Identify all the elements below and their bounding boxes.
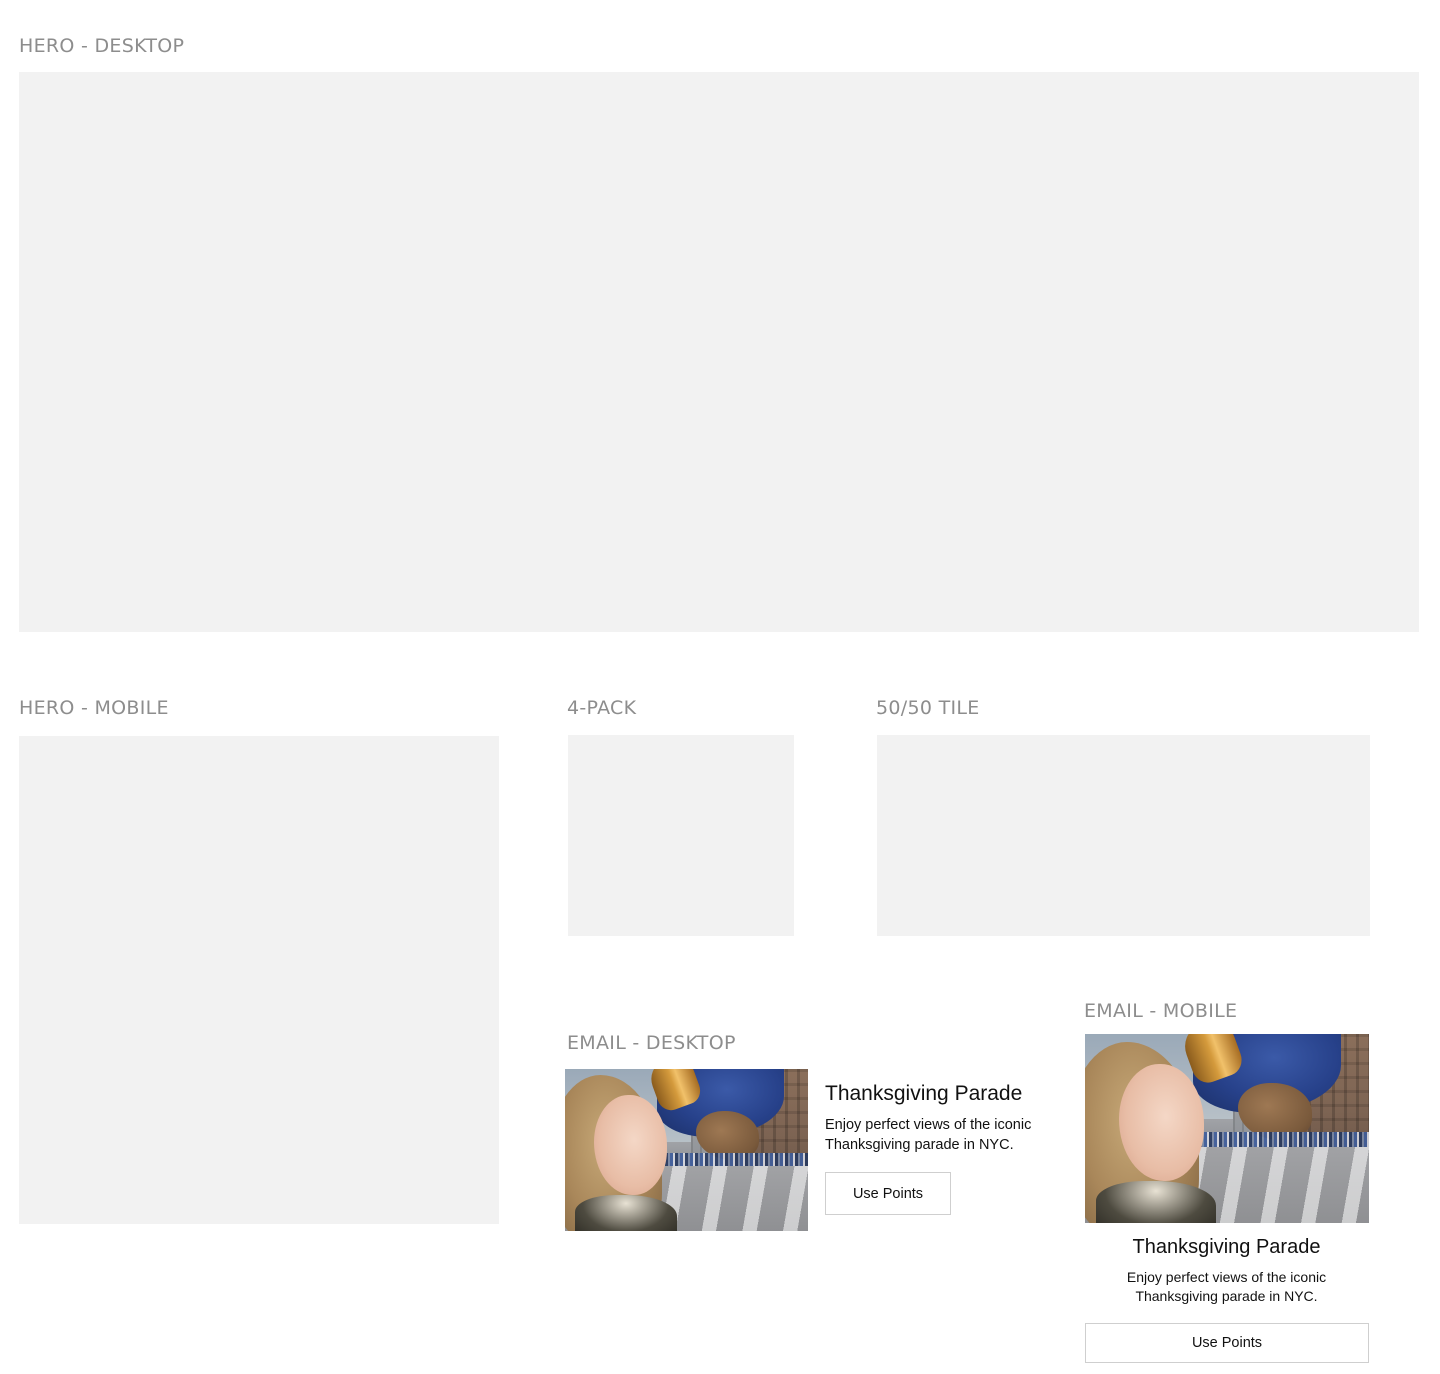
email-desktop-label: EMAIL - DESKTOP (567, 1032, 736, 1054)
four-pack-placeholder (568, 735, 794, 936)
hero-mobile-label: HERO - MOBILE (19, 697, 169, 719)
email-mobile-title: Thanksgiving Parade (1132, 1236, 1321, 1258)
email-mobile-label: EMAIL - MOBILE (1084, 1000, 1238, 1022)
email-mobile-parade-photo (1085, 1034, 1369, 1223)
hero-desktop-placeholder (19, 72, 1419, 632)
four-pack-label: 4-PACK (567, 697, 637, 719)
email-mobile-use-points-button[interactable]: Use Points (1085, 1323, 1369, 1363)
hero-desktop-label: HERO - DESKTOP (19, 35, 185, 57)
hero-mobile-placeholder (19, 736, 499, 1224)
email-desktop-use-points-button[interactable]: Use Points (825, 1172, 951, 1215)
email-mobile-description: Enjoy perfect views of the iconic Thanks… (1126, 1269, 1327, 1304)
fifty-fifty-tile-label: 50/50 TILE (876, 697, 980, 719)
email-desktop-title: Thanksgiving Parade (825, 1082, 1023, 1105)
email-desktop-parade-photo (565, 1069, 808, 1231)
fifty-fifty-tile-placeholder (877, 735, 1370, 936)
email-desktop-description: Enjoy perfect views of the iconic Thanks… (825, 1117, 1032, 1153)
